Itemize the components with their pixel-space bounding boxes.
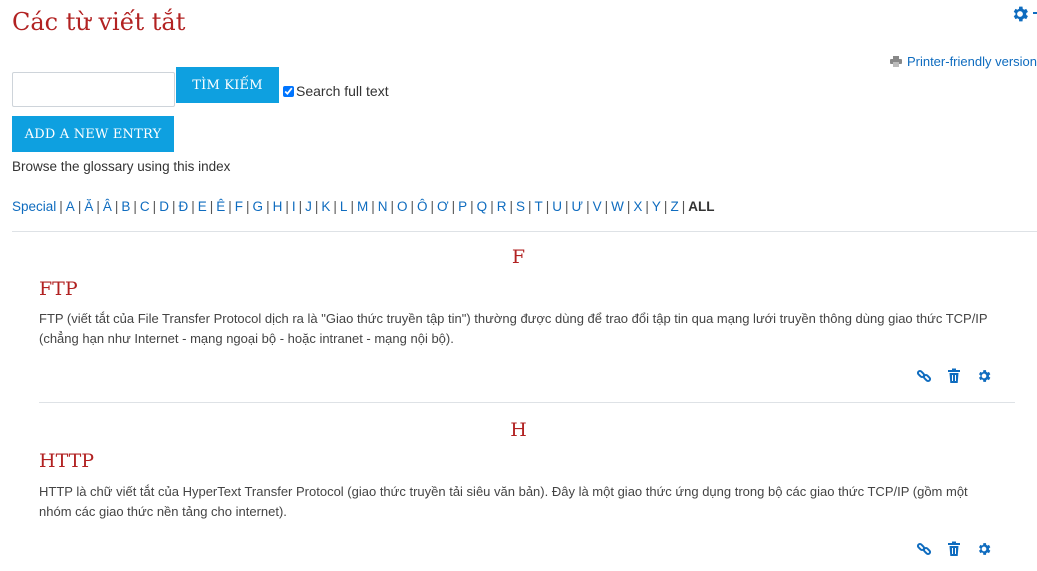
separator: | [410,199,415,214]
divider [12,231,1037,232]
separator: | [228,199,232,214]
separator: | [350,199,354,214]
separator: | [191,199,195,214]
separator: | [545,199,550,214]
entry-definition: FTP (viết tắt của File Transfer Protocol… [39,311,988,346]
search-fulltext-option[interactable]: Search full text [283,83,389,99]
alphabet-special-link[interactable]: Special [12,199,56,214]
alphabet-letter-link[interactable]: S [516,199,525,214]
gear-icon[interactable] [976,368,992,384]
separator: | [604,199,609,214]
alphabet-letter-link[interactable]: M [357,199,368,214]
entry-definition: HTTP là chữ viết tắt của HyperText Trans… [39,484,968,519]
alphabet-letter-link[interactable]: A [66,199,75,214]
separator: | [298,199,303,214]
alphabet-letter-link[interactable]: Ơ [437,199,449,214]
separator: | [470,199,474,214]
alphabet-letter-link[interactable]: Ê [216,199,225,214]
separator: | [333,199,337,214]
alphabet-index: Special | A | Ă | Â | B | C | D | Đ | E | Ê | F | G | H | I | J | K | L |… [12,199,714,214]
separator: | [285,199,289,214]
alphabet-letter-link[interactable]: Đ [178,199,188,214]
separator: | [565,199,569,214]
alphabet-letter-link[interactable]: F [235,199,243,214]
alphabet-letter-link[interactable]: Â [103,199,112,214]
separator: | [314,199,319,214]
alphabet-letter-link[interactable]: Y [652,199,661,214]
separator: | [390,199,394,214]
separator: | [451,199,456,214]
alphabet-all-current: ALL [688,199,715,214]
separator: | [209,199,214,214]
gear-icon[interactable] [976,541,992,557]
alphabet-letter-link[interactable]: H [273,199,283,214]
separator: | [266,199,270,214]
separator: | [114,199,119,214]
trash-icon[interactable] [946,368,962,384]
separator: | [59,199,63,214]
alphabet-letter-link[interactable]: C [140,199,150,214]
link-icon[interactable] [916,541,932,557]
alphabet-letter-link[interactable]: Q [477,199,488,214]
add-entry-button[interactable]: ADD A NEW ENTRY [12,116,174,152]
printer-icon [889,56,902,67]
separator: | [96,199,100,214]
alphabet-letter-link[interactable]: Z [670,199,678,214]
separator: | [527,199,532,214]
alphabet-letter-link[interactable]: W [611,199,624,214]
separator: | [663,199,668,214]
separator: | [133,199,137,214]
section-letter: F [511,246,526,268]
separator: | [626,199,631,214]
alphabet-letter-link[interactable]: E [198,199,207,214]
alphabet-letter-link[interactable]: P [458,199,467,214]
browse-label: Browse the glossary using this index [12,159,231,174]
divider [39,402,1015,403]
chevron-down-icon[interactable] [1033,12,1037,14]
separator: | [490,199,494,214]
gear-icon[interactable] [1010,4,1030,24]
alphabet-letter-link[interactable]: U [552,199,562,214]
fulltext-checkbox[interactable] [283,85,294,97]
fulltext-label: Search full text [296,83,389,99]
section-letter: H [510,419,527,441]
alphabet-letter-link[interactable]: Ô [417,199,428,214]
entry-actions [916,368,992,384]
separator: | [645,199,649,214]
link-icon[interactable] [916,368,932,384]
separator: | [77,199,82,214]
separator: | [371,199,375,214]
separator: | [152,199,157,214]
printer-friendly-label: Printer-friendly version [906,54,1037,69]
alphabet-letter-link[interactable]: G [253,199,264,214]
printer-friendly-link[interactable]: Printer-friendly version [889,54,1037,69]
separator: | [586,199,590,214]
separator: | [246,199,250,214]
alphabet-letter-link[interactable]: N [378,199,388,214]
page-title: Các từ viết tắt [12,8,186,36]
alphabet-letter-link[interactable]: D [159,199,169,214]
alphabet-letter-link[interactable]: O [397,199,408,214]
alphabet-letter-link[interactable]: T [535,199,543,214]
separator: | [430,199,435,214]
alphabet-letter-link[interactable]: Ư [572,199,584,214]
entry-term: HTTP [39,450,95,472]
separator: | [681,199,686,214]
search-input[interactable] [12,72,175,107]
search-button[interactable]: TÌM KIẾM [176,67,279,103]
alphabet-letter-link[interactable]: R [497,199,507,214]
alphabet-letter-link[interactable]: J [305,199,312,214]
alphabet-letter-link[interactable]: V [593,199,602,214]
entry-term: FTP [39,278,78,300]
entry-actions [916,541,992,557]
separator: | [509,199,513,214]
trash-icon[interactable] [946,541,962,557]
alphabet-letter-link[interactable]: Ă [84,199,93,214]
